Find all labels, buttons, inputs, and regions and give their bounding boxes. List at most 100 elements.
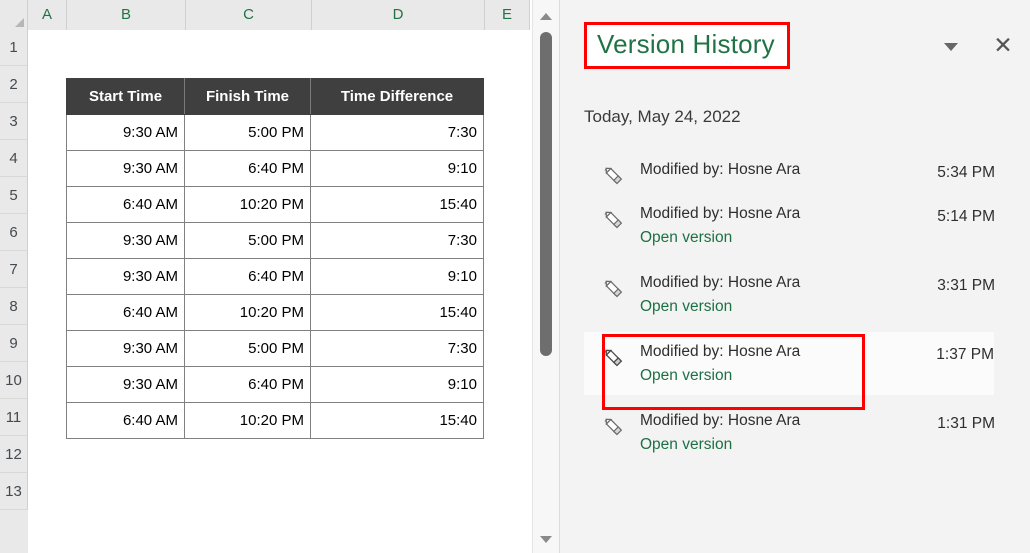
version-time: 5:14 PM [937,208,995,225]
version-time: 5:34 PM [937,164,995,181]
table-row: 9:30 AM 6:40 PM 9:10 [66,258,484,295]
row-header-7[interactable]: 7 [0,251,28,288]
cell-finish-time[interactable]: 10:20 PM [184,294,311,331]
cell-time-difference[interactable]: 15:40 [310,186,484,223]
pencil-icon [602,415,628,441]
pencil-icon [602,208,628,234]
cell-time-difference[interactable]: 9:10 [310,150,484,187]
table-row: 9:30 AM 5:00 PM 7:30 [66,222,484,259]
list-item[interactable]: Modified by: Hosne Ara 5:34 PM [560,150,1030,188]
table-row: 9:30 AM 5:00 PM 7:30 [66,330,484,367]
list-item[interactable]: Modified by: Hosne Ara Open version 5:14… [560,194,1030,257]
table-header-finish-time[interactable]: Finish Time [184,78,311,115]
table-row: 6:40 AM 10:20 PM 15:40 [66,402,484,439]
column-header-d[interactable]: D [312,0,485,30]
triangle-up-icon [540,12,552,20]
column-header-c[interactable]: C [186,0,312,30]
select-all-corner[interactable] [0,0,28,30]
table-row: 9:30 AM 5:00 PM 7:30 [66,114,484,151]
cell-time-difference[interactable]: 9:10 [310,366,484,403]
version-modified-by: Modified by: Hosne Ara [640,343,801,360]
version-modified-by: Modified by: Hosne Ara [640,274,801,291]
version-time: 1:37 PM [936,346,994,363]
version-modified-by: Modified by: Hosne Ara [640,161,801,178]
row-header-4[interactable]: 4 [0,140,28,177]
version-text: Modified by: Hosne Ara Open version [640,273,921,318]
row-header-3[interactable]: 3 [0,103,28,140]
date-group-label: Today, May 24, 2022 [584,107,741,126]
cell-time-difference[interactable]: 15:40 [310,402,484,439]
cell-finish-time[interactable]: 10:20 PM [184,402,311,439]
vertical-scrollbar[interactable] [532,0,559,553]
cell-start-time[interactable]: 9:30 AM [66,114,185,151]
row-header-10[interactable]: 10 [0,362,28,399]
table-row: 9:30 AM 6:40 PM 9:10 [66,150,484,187]
open-version-link[interactable]: Open version [640,296,921,318]
scrollbar-thumb[interactable] [540,32,552,356]
row-header-5[interactable]: 5 [0,177,28,214]
cell-start-time[interactable]: 9:30 AM [66,258,185,295]
cell-finish-time[interactable]: 5:00 PM [184,330,311,367]
list-item-selected[interactable]: Modified by: Hosne Ara Open version 1:37… [584,332,994,410]
cell-finish-time[interactable]: 6:40 PM [184,258,311,295]
cell-time-difference[interactable]: 7:30 [310,114,484,151]
cell-finish-time[interactable]: 10:20 PM [184,186,311,223]
table-header-start-time[interactable]: Start Time [66,78,185,115]
row-header-strip: 1 2 3 4 5 6 7 8 9 10 11 12 13 [0,30,28,553]
scroll-down-button[interactable] [533,529,559,549]
cell-start-time[interactable]: 9:30 AM [66,366,185,403]
version-time: 3:31 PM [937,277,995,294]
row-header-11[interactable]: 11 [0,399,28,436]
cell-finish-time[interactable]: 5:00 PM [184,114,311,151]
spreadsheet-area: A B C D E 1 2 3 4 5 6 7 8 9 10 11 12 13 … [0,0,530,553]
table-row: 6:40 AM 10:20 PM 15:40 [66,294,484,331]
panel-collapse-button[interactable] [938,34,964,60]
table-row: 6:40 AM 10:20 PM 15:40 [66,186,484,223]
cell-grid[interactable]: Start Time Finish Time Time Difference 9… [28,30,530,553]
triangle-down-icon [540,535,552,543]
cell-start-time[interactable]: 6:40 AM [66,402,185,439]
version-text: Modified by: Hosne Ara Open version [640,342,884,387]
list-item[interactable]: Modified by: Hosne Ara Open version 3:31… [560,263,1030,326]
chevron-down-icon [944,43,958,51]
row-header-9[interactable]: 9 [0,325,28,362]
cell-start-time[interactable]: 6:40 AM [66,294,185,331]
column-header-a[interactable]: A [28,0,67,30]
panel-title: Version History [597,29,775,59]
cell-start-time[interactable]: 9:30 AM [66,150,185,187]
table-header-time-difference[interactable]: Time Difference [310,78,484,115]
column-header-b[interactable]: B [67,0,186,30]
pencil-icon [602,164,628,190]
table-row: 9:30 AM 6:40 PM 9:10 [66,366,484,403]
panel-close-button[interactable]: ✕ [988,30,1018,60]
row-header-1[interactable]: 1 [0,30,28,66]
cell-time-difference[interactable]: 7:30 [310,330,484,367]
cell-start-time[interactable]: 6:40 AM [66,186,185,223]
cell-finish-time[interactable]: 6:40 PM [184,150,311,187]
row-header-13[interactable]: 13 [0,473,28,510]
pencil-icon [602,277,628,303]
cell-time-difference[interactable]: 7:30 [310,222,484,259]
version-time: 1:31 PM [937,415,995,432]
pencil-icon [602,346,628,372]
cell-finish-time[interactable]: 5:00 PM [184,222,311,259]
row-header-6[interactable]: 6 [0,214,28,251]
column-header-e[interactable]: E [485,0,530,30]
row-header-12[interactable]: 12 [0,436,28,473]
column-header-strip: A B C D E [0,0,530,30]
open-version-link[interactable]: Open version [640,365,884,387]
version-modified-by: Modified by: Hosne Ara [640,412,801,429]
cell-time-difference[interactable]: 15:40 [310,294,484,331]
version-text: Modified by: Hosne Ara Open version [640,204,921,249]
open-version-link[interactable]: Open version [640,227,921,249]
version-history-panel: Version History ✕ Today, May 24, 2022 Mo… [559,0,1030,553]
cell-start-time[interactable]: 9:30 AM [66,222,185,259]
row-header-8[interactable]: 8 [0,288,28,325]
row-header-2[interactable]: 2 [0,66,28,103]
cell-time-difference[interactable]: 9:10 [310,258,484,295]
open-version-link[interactable]: Open version [640,434,921,456]
list-item[interactable]: Modified by: Hosne Ara Open version 1:31… [560,401,1030,464]
cell-finish-time[interactable]: 6:40 PM [184,366,311,403]
scroll-up-button[interactable] [533,6,559,26]
cell-start-time[interactable]: 9:30 AM [66,330,185,367]
